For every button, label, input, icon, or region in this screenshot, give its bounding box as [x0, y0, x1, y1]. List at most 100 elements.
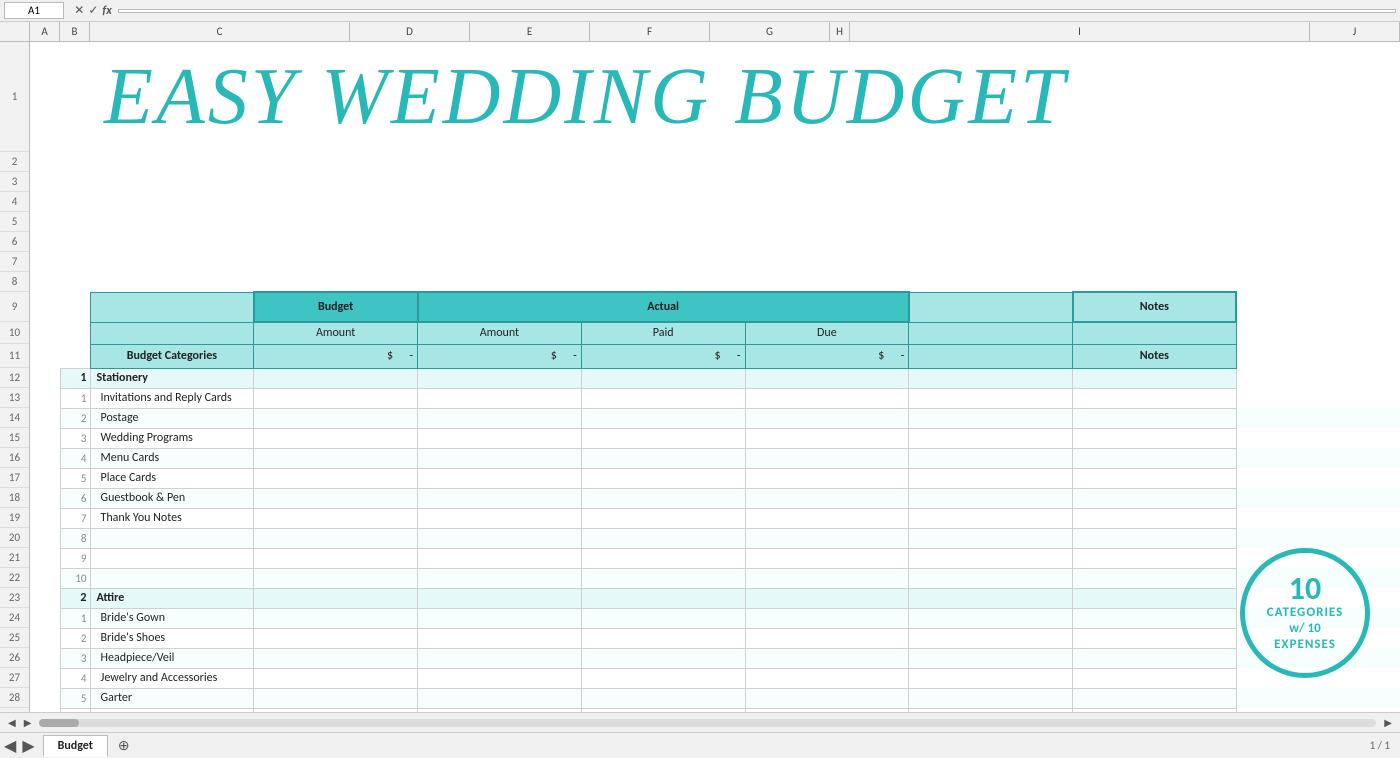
- item-bridesshoes-row[interactable]: 2 Bride's Shoes: [30, 628, 1400, 648]
- row-num-7: 7: [0, 252, 29, 272]
- item-8-row[interactable]: 8: [30, 528, 1400, 548]
- row-num-13: 13: [0, 388, 29, 408]
- row-num-10: 10: [0, 322, 29, 344]
- item-invitations-row[interactable]: 1 Invitations and Reply Cards: [30, 388, 1400, 408]
- attire-item3-num: 3: [60, 648, 90, 668]
- tab-scroll-right-icon[interactable]: ▶: [22, 736, 34, 756]
- confirm-icon: ✓: [88, 3, 98, 18]
- item-headpiece-row[interactable]: 3 Headpiece/Veil: [30, 648, 1400, 668]
- row-num-8: 8: [0, 272, 29, 292]
- col-header-f[interactable]: F: [590, 22, 710, 41]
- item-menu-row[interactable]: 4 Menu Cards: [30, 448, 1400, 468]
- item-guestbook-name: Guestbook & Pen: [90, 488, 254, 508]
- item-jewelry-row[interactable]: 4 Jewelry and Accessories: [30, 668, 1400, 688]
- item-programs-row[interactable]: 3 Wedding Programs: [30, 428, 1400, 448]
- col-header-j[interactable]: J: [1310, 22, 1400, 41]
- item-invitations-name: Invitations and Reply Cards: [90, 388, 254, 408]
- scroll-thumb[interactable]: [39, 719, 79, 727]
- item-garter-row[interactable]: 5 Garter: [30, 688, 1400, 708]
- item-placecards-row[interactable]: 5 Place Cards: [30, 468, 1400, 488]
- cell-reference[interactable]: A1: [4, 2, 64, 19]
- row-num-1: 1: [0, 42, 29, 152]
- scroll-left-icon[interactable]: ◀: [4, 716, 20, 729]
- row-num-16: 16: [0, 448, 29, 468]
- row-num-17: 17: [0, 468, 29, 488]
- spreadsheet: A1 ✕ ✓ fx A B C D E F G H I J 1 2 3 4 5: [0, 0, 1400, 758]
- scroll-end-icon[interactable]: ▶: [1380, 716, 1396, 729]
- item-bridesgown-row[interactable]: 1 Bride's Gown: [30, 608, 1400, 628]
- row-num-14: 14: [0, 408, 29, 428]
- sheet-count: 1 / 1: [1370, 739, 1390, 752]
- notes-column-header: Notes: [1073, 344, 1237, 368]
- category-stationery-row[interactable]: 1 Stationery: [30, 368, 1400, 388]
- badge-categories-num: 10: [1289, 573, 1321, 605]
- item4-num: 4: [60, 448, 90, 468]
- tab-scroll-left-icon[interactable]: ◀: [4, 736, 16, 756]
- item-thankyou-row[interactable]: 7 Thank You Notes: [30, 508, 1400, 528]
- row-num-4: 4: [0, 192, 29, 212]
- paid-dollar: $ -: [581, 344, 745, 368]
- item7-num: 7: [60, 508, 90, 528]
- item-guestbook-row[interactable]: 6 Guestbook & Pen: [30, 488, 1400, 508]
- row-numbers: 1 2 3 4 5 6 7 8 9 10 11 12 13 14 15 16 1…: [0, 42, 30, 758]
- formula-input[interactable]: [118, 9, 1396, 13]
- row-num-15: 15: [0, 428, 29, 448]
- due-header: Due: [745, 322, 909, 344]
- badge-expenses-label: EXPENSES: [1274, 637, 1336, 653]
- scroll-right-icon[interactable]: ▶: [20, 716, 36, 729]
- category-attire-row[interactable]: 2 Attire: [30, 588, 1400, 608]
- actual-header: Actual: [418, 292, 909, 322]
- attire-item1-num: 1: [60, 608, 90, 628]
- empty-row-2: [30, 152, 1400, 172]
- row-num-3: 3: [0, 172, 29, 192]
- col-header-e[interactable]: E: [470, 22, 590, 41]
- row-num-9: 9: [0, 292, 29, 322]
- col-header-c[interactable]: C: [90, 22, 350, 41]
- item-jewelry-name: Jewelry and Accessories: [90, 668, 254, 688]
- row-num-19: 19: [0, 508, 29, 528]
- row-num-6: 6: [0, 232, 29, 252]
- item-10-row[interactable]: 10: [30, 568, 1400, 588]
- cancel-icon: ✕: [74, 3, 84, 18]
- corner-cell: [0, 22, 30, 41]
- item10-num: 10: [60, 568, 90, 588]
- subheader-row-10: Amount Amount Paid Due: [30, 322, 1400, 344]
- col-header-d[interactable]: D: [350, 22, 470, 41]
- row-num-18: 18: [0, 488, 29, 508]
- item-postage-name: Postage: [90, 408, 254, 428]
- item2-num: 2: [60, 408, 90, 428]
- tab-bar: ◀ ▶ Budget ⊕ 1 / 1: [0, 732, 1400, 758]
- scroll-track[interactable]: [39, 719, 1376, 727]
- empty-row-7: [30, 252, 1400, 272]
- categories-label: Budget Categories: [90, 344, 254, 368]
- attire-item5-num: 5: [60, 688, 90, 708]
- col-header-i[interactable]: I: [850, 22, 1310, 41]
- paid-header: Paid: [581, 322, 745, 344]
- add-sheet-button[interactable]: ⊕: [110, 735, 138, 756]
- item-postage-row[interactable]: 2 Postage: [30, 408, 1400, 428]
- row-num-5: 5: [0, 212, 29, 232]
- empty-row-8: [30, 272, 1400, 292]
- item-9-row[interactable]: 9: [30, 548, 1400, 568]
- col-header-g[interactable]: G: [710, 22, 830, 41]
- row-num-20: 20: [0, 528, 29, 548]
- sheet-content: EASY WEDDING BUDGET: [30, 42, 1400, 758]
- empty-row-5: [30, 212, 1400, 232]
- col-header-a[interactable]: A: [30, 22, 60, 41]
- function-icon: fx: [102, 4, 111, 18]
- item-garter-name: Garter: [90, 688, 254, 708]
- categories-badge: 10 CATEGORIES w/ 10 EXPENSES: [1240, 548, 1370, 678]
- item6-num: 6: [60, 488, 90, 508]
- col-header-h[interactable]: H: [830, 22, 850, 41]
- item-thankyou-name: Thank You Notes: [90, 508, 254, 528]
- col-header-b[interactable]: B: [60, 22, 90, 41]
- cat2-num: 2: [60, 588, 90, 608]
- item-placecards-name: Place Cards: [90, 468, 254, 488]
- cat2-name: Attire: [90, 588, 254, 608]
- item5-num: 5: [60, 468, 90, 488]
- budget-tab[interactable]: Budget: [43, 735, 108, 757]
- budget-dollar: $ -: [254, 344, 418, 368]
- horizontal-scrollbar[interactable]: ◀ ▶ ▶: [0, 712, 1400, 732]
- item1-num: 1: [60, 388, 90, 408]
- attire-item4-num: 4: [60, 668, 90, 688]
